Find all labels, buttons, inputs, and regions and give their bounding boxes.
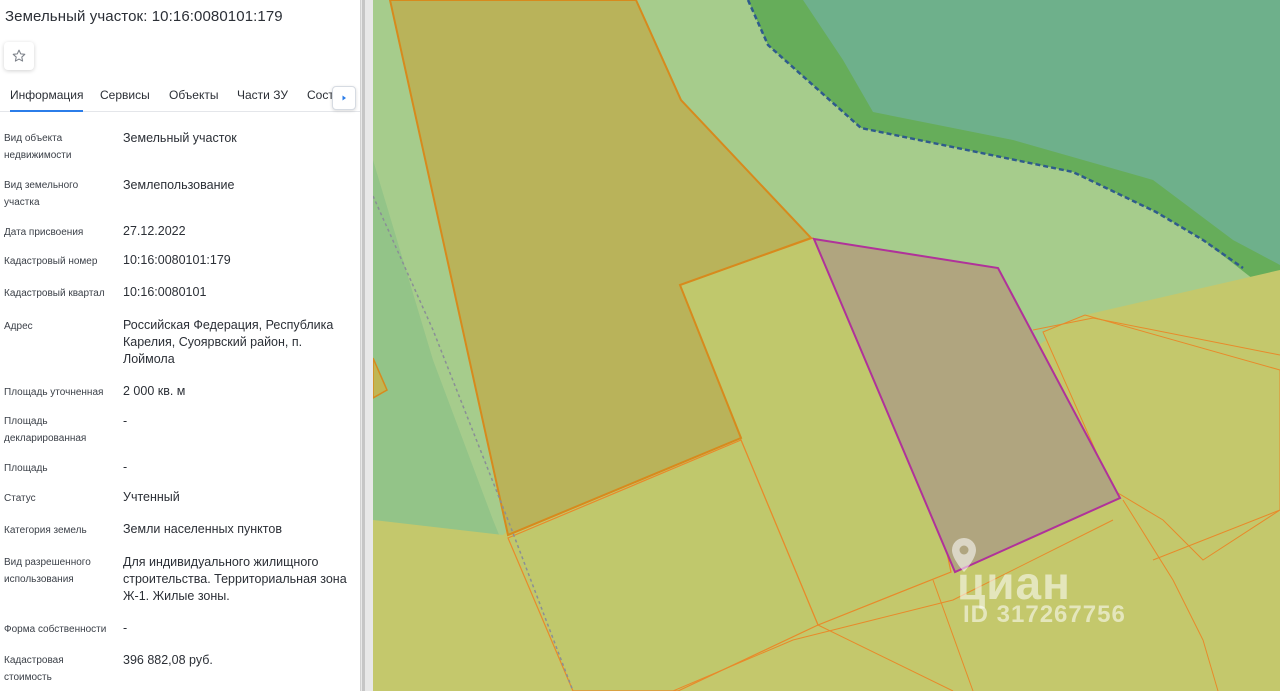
property-label: Категория земель [4, 525, 87, 536]
property-label: Вид земельного участка [4, 180, 79, 208]
property-label: Площадь декларированная [4, 416, 87, 444]
permitted-use-value: Для индивидуального жилищного строительс… [123, 555, 347, 603]
tab-information[interactable]: Информация [10, 88, 84, 112]
tab-objects[interactable]: Объекты [169, 88, 219, 112]
property-label: Кадастровый квартал [4, 288, 105, 299]
tabs-scroll-right-button[interactable] [332, 86, 356, 110]
property-value: 27.12.2022 [123, 224, 186, 238]
info-panel: Земельный участок: 10:16:0080101:179 Инф… [0, 0, 360, 691]
favorite-button[interactable] [4, 42, 34, 70]
cadastral-map[interactable]: циан ID 317267756 [373, 0, 1280, 691]
property-value: Землепользование [123, 178, 235, 192]
panel-resize-handle[interactable] [360, 0, 373, 691]
property-label: Площадь уточненная [4, 387, 104, 398]
property-label: Статус [4, 493, 36, 504]
chevron-right-icon [342, 95, 346, 101]
watermark-id: ID 317267756 [963, 601, 1126, 628]
property-label: Площадь [4, 463, 48, 474]
address-value: Российская Федерация, Республика Карелия… [123, 318, 334, 366]
area-value: 2 000 кв. м [123, 384, 186, 398]
property-label: Кадастровый номер [4, 256, 98, 267]
star-icon [12, 49, 26, 62]
cadastral-quarter-value: 10:16:0080101 [123, 285, 207, 299]
map-canvas [373, 0, 1280, 691]
property-value: - [123, 621, 128, 635]
property-value: - [123, 414, 128, 428]
property-label: Кадастровая стоимость [4, 655, 64, 683]
land-category-value: Земли населенных пунктов [123, 522, 282, 536]
property-label: Форма собственности [4, 624, 107, 635]
tab-bar: Информация Сервисы Объекты Части ЗУ Сост… [0, 82, 360, 112]
tab-land-parts[interactable]: Части ЗУ [237, 88, 288, 112]
status-value: Учтенный [123, 490, 180, 504]
property-value: Земельный участок [123, 131, 237, 145]
property-label: Адрес [4, 321, 33, 332]
cadastral-value: 396 882,08 руб. [123, 653, 213, 667]
property-label: Вид объекта недвижимости [4, 133, 72, 161]
property-label: Вид разрешенного использования [4, 557, 91, 585]
tab-services[interactable]: Сервисы [100, 88, 150, 112]
property-label: Дата присвоения [4, 227, 84, 238]
resize-grip [362, 0, 365, 691]
page-title: Земельный участок: 10:16:0080101:179 [5, 8, 283, 25]
property-value: - [123, 460, 128, 474]
cadastral-number-value: 10:16:0080101:179 [123, 253, 231, 267]
